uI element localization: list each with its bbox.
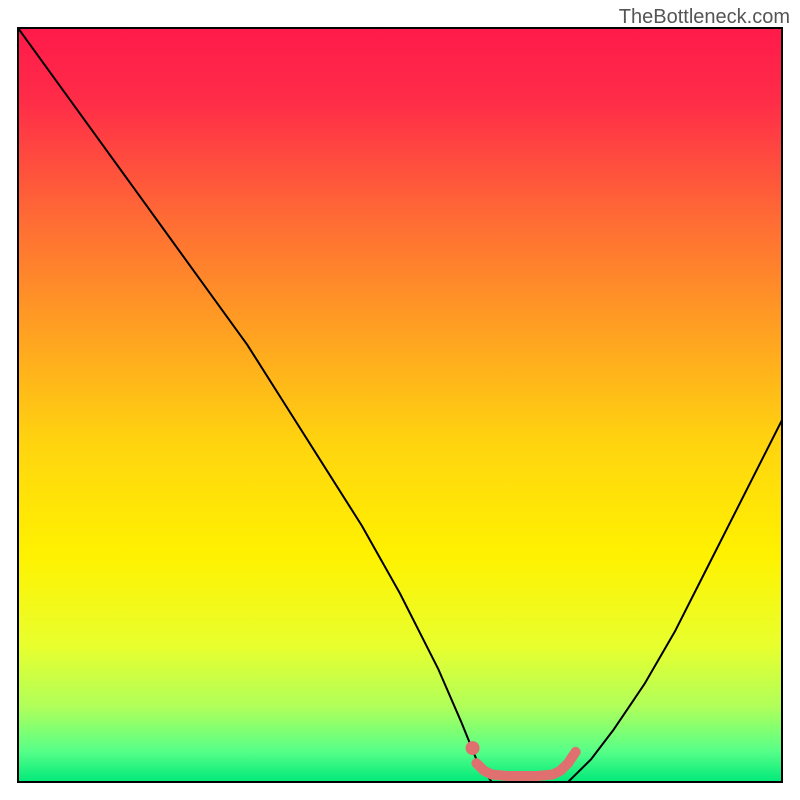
watermark-text: TheBottleneck.com [619,6,790,29]
gradient-background [18,28,782,782]
chart-svg [0,0,800,800]
chart-container [0,0,800,800]
point-highlight-dot [466,741,480,755]
